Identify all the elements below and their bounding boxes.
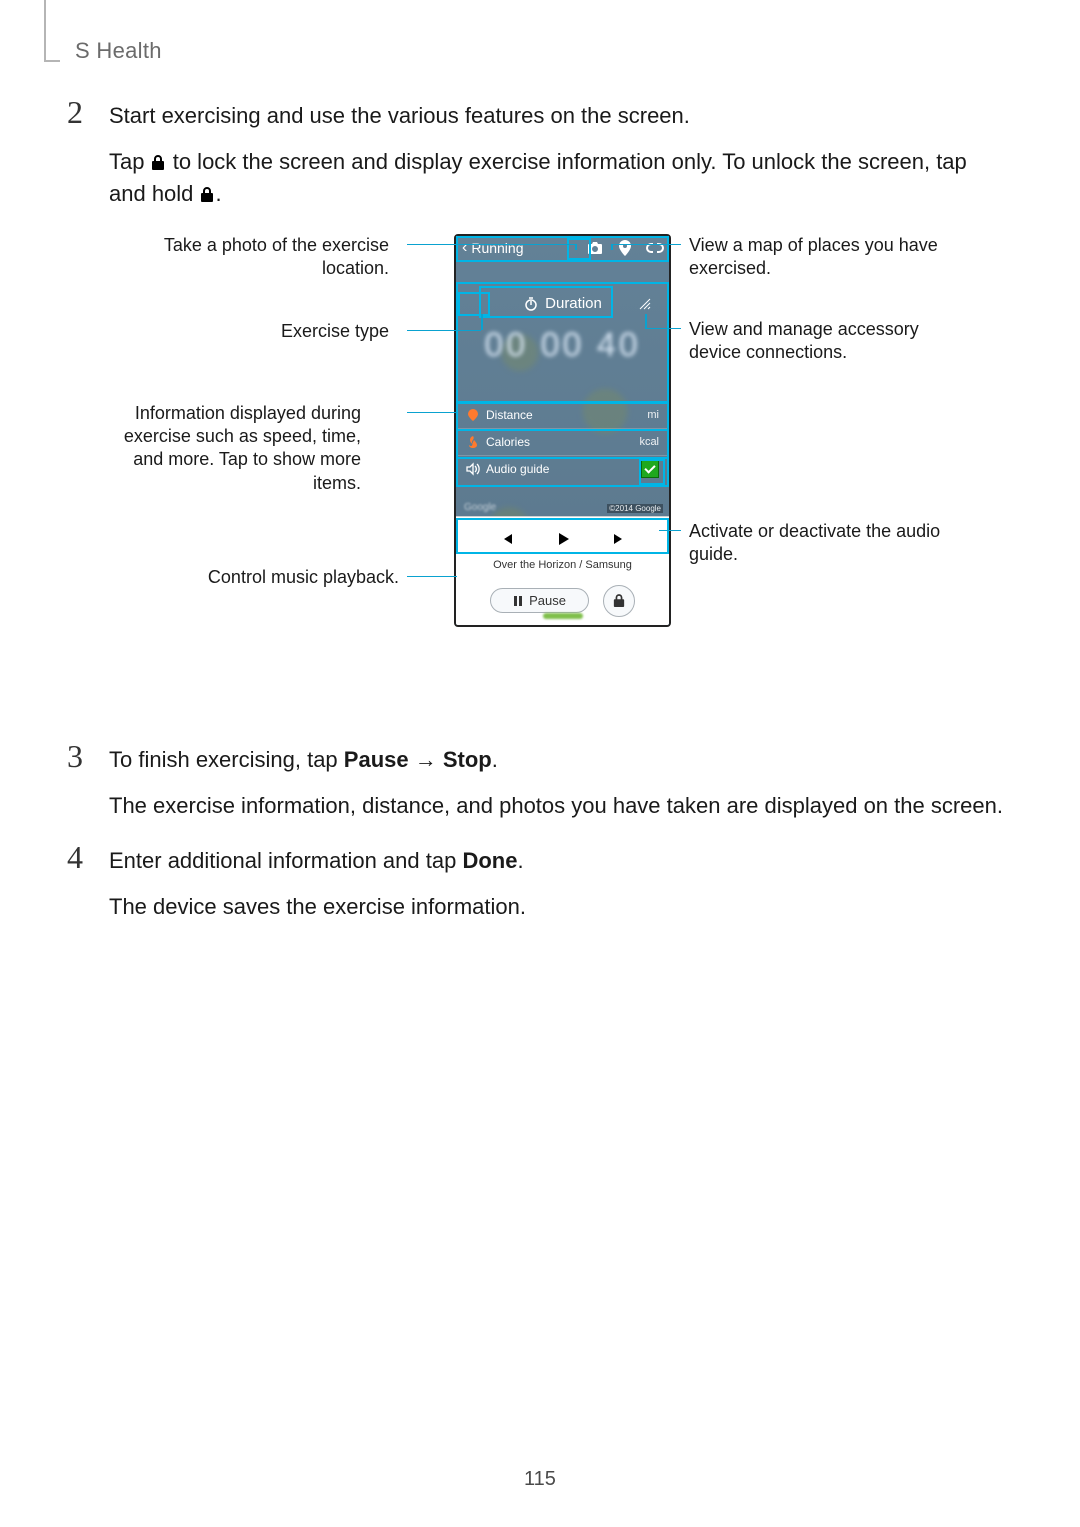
- step-4-line1: Enter additional information and tap Don…: [109, 845, 1005, 877]
- step-3-line1: To finish exercising, tap Pause → Stop.: [109, 744, 1005, 776]
- callout-exercise-type: Exercise type: [119, 320, 389, 343]
- map-copyright: ©2014 Google: [607, 504, 663, 513]
- step-4-line2: The device saves the exercise informatio…: [109, 891, 1005, 923]
- step-3: 3 To finish exercising, tap Pause → Stop…: [75, 744, 1005, 822]
- lock-icon: [613, 594, 625, 608]
- highlight-calories: [456, 429, 669, 459]
- page-number: 115: [0, 1468, 1080, 1491]
- pause-button[interactable]: Pause: [490, 588, 589, 613]
- highlight-music: [456, 518, 669, 554]
- step-2: 2 Start exercising and use the various f…: [75, 100, 1005, 714]
- lock-icon: [151, 148, 167, 164]
- step-3-line2: The exercise information, distance, and …: [109, 790, 1005, 822]
- track-title: Over the Horizon / Samsung: [456, 559, 669, 571]
- pause-icon: [513, 596, 523, 606]
- callout-map: View a map of places you have exercised.: [689, 234, 949, 281]
- pause-button-label: Pause: [529, 593, 566, 608]
- highlight-audio: [456, 457, 669, 487]
- step-2-line1: Start exercising and use the various fea…: [109, 100, 1005, 132]
- highlight-audio-checkbox: [639, 459, 665, 485]
- lock-icon: [200, 180, 216, 196]
- header-corner-rule: [44, 0, 60, 62]
- callout-accessory: View and manage accessory device connect…: [689, 318, 949, 365]
- highlight-distance: [456, 401, 669, 431]
- step-4: 4 Enter additional information and tap D…: [75, 845, 1005, 923]
- highlight-info-block: [456, 282, 669, 404]
- step-number: 3: [67, 738, 83, 775]
- step-number: 4: [67, 839, 83, 876]
- section-title: S Health: [75, 38, 162, 64]
- step-number: 2: [67, 94, 83, 131]
- callout-music: Control music playback.: [129, 566, 399, 589]
- exercise-screen-diagram: Take a photo of the exercise location. E…: [99, 234, 1019, 714]
- highlight-camera: [567, 238, 591, 260]
- progress-indicator: [543, 613, 583, 619]
- callout-info-display: Information displayed during exercise su…: [91, 402, 361, 496]
- lock-button[interactable]: [603, 585, 635, 617]
- callout-audio: Activate or deactivate the audio guide.: [689, 520, 949, 567]
- highlight-topbar: [456, 236, 669, 262]
- step-2-line2: Tap to lock the screen and display exerc…: [109, 146, 1005, 210]
- callout-photo: Take a photo of the exercise location.: [119, 234, 389, 281]
- map-brand: Google: [464, 502, 496, 513]
